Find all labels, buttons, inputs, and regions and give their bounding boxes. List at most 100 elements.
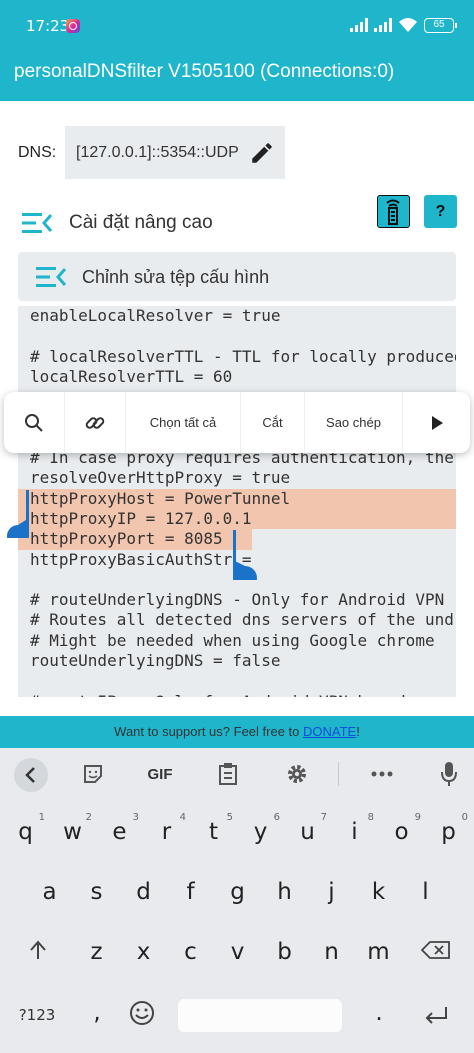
- config-line: # Routes all detected dns servers of the…: [30, 610, 454, 630]
- key-label: y: [253, 819, 268, 845]
- key-v[interactable]: v: [214, 930, 261, 974]
- key-hint: 8: [367, 812, 374, 823]
- edit-config-header[interactable]: Chỉnh sửa tệp cấu hình: [18, 252, 456, 301]
- space-bar[interactable]: [178, 999, 342, 1032]
- copy-button[interactable]: Sao chép: [305, 392, 403, 453]
- collapse-menu-icon[interactable]: [20, 210, 54, 236]
- config-line: # Might be needed when using Google chro…: [30, 630, 435, 650]
- help-button[interactable]: ?: [424, 195, 457, 228]
- more-horizontal-icon: [371, 771, 393, 777]
- key-label: s: [90, 879, 103, 905]
- play-arrow-icon: [431, 415, 443, 430]
- battery-level: 65: [433, 18, 445, 30]
- key-a[interactable]: a: [26, 870, 73, 914]
- enter-return-icon: [425, 1007, 447, 1024]
- more-button[interactable]: [368, 760, 396, 788]
- key-u[interactable]: u7: [284, 810, 331, 854]
- key-label: z: [90, 939, 103, 965]
- key-label: i: [351, 819, 358, 845]
- key-p[interactable]: p0: [425, 810, 472, 854]
- enter-key[interactable]: [416, 998, 456, 1032]
- emoji-key[interactable]: [124, 996, 160, 1030]
- emoji-icon: [130, 1001, 154, 1025]
- signal-2-icon: [374, 18, 392, 32]
- key-label: j: [328, 879, 335, 905]
- key-c[interactable]: c: [167, 930, 214, 974]
- key-hint: 9: [414, 812, 421, 823]
- key-label: v: [230, 939, 245, 965]
- text-selection-toolbar: Chọn tất cả Cắt Sao chép: [4, 392, 470, 453]
- key-b[interactable]: b: [261, 930, 308, 974]
- config-text-area[interactable]: enableLocalResolver = true # localResolve…: [18, 306, 456, 697]
- keyboard-back-button[interactable]: [14, 758, 48, 792]
- key-e[interactable]: e3: [96, 810, 143, 854]
- key-j[interactable]: j: [308, 870, 355, 914]
- key-t[interactable]: t5: [190, 810, 237, 854]
- dns-field[interactable]: [127.0.0.1]::5354::UDP: [65, 126, 285, 179]
- key-hint: 4: [179, 812, 186, 823]
- key-g[interactable]: g: [214, 870, 261, 914]
- donate-suffix: !: [356, 724, 360, 739]
- key-i[interactable]: i8: [331, 810, 378, 854]
- shift-arrow-icon: [30, 940, 46, 959]
- key-hint: 7: [320, 812, 327, 823]
- period-key[interactable]: .: [362, 996, 396, 1030]
- edit-config-label: Chỉnh sửa tệp cấu hình: [82, 267, 270, 287]
- config-line: resolveOverHttpProxy = true: [30, 468, 291, 488]
- shift-key[interactable]: [18, 932, 58, 968]
- key-m[interactable]: m: [355, 930, 402, 974]
- config-line: [30, 326, 456, 346]
- key-label: d: [136, 879, 151, 905]
- chevron-left-icon: [25, 767, 35, 783]
- key-w[interactable]: w2: [49, 810, 96, 854]
- key-o[interactable]: o9: [378, 810, 425, 854]
- key-label: l: [422, 879, 429, 905]
- select-all-button[interactable]: Chọn tất cả: [126, 392, 241, 453]
- donate-link[interactable]: DONATE: [303, 724, 356, 739]
- clipboard-button[interactable]: [214, 760, 242, 788]
- voice-input-button[interactable]: [435, 760, 463, 788]
- key-label: a: [42, 879, 57, 905]
- config-line: httpProxyIP = 127.0.0.1: [18, 508, 456, 530]
- soft-keyboard: GIF q 1 w 2 e 3 r 4 t 5 y 6 u 7 i 8 o 9 …: [0, 748, 474, 1053]
- battery-icon: 65: [424, 17, 457, 33]
- cut-button[interactable]: Cắt: [241, 392, 305, 453]
- status-indicators: 65: [350, 16, 457, 34]
- remote-control-button[interactable]: [377, 195, 410, 228]
- advanced-settings-label[interactable]: Cài đặt nâng cao: [69, 212, 213, 234]
- backspace-icon: [421, 941, 450, 959]
- key-x[interactable]: x: [120, 930, 167, 974]
- key-label: e: [112, 819, 127, 845]
- search-icon: [25, 413, 43, 432]
- key-hint: 1: [38, 812, 45, 823]
- pencil-edit-icon[interactable]: [249, 140, 275, 166]
- more-options-button[interactable]: [403, 392, 470, 453]
- key-hint: 6: [273, 812, 280, 823]
- symbols-key[interactable]: ?123: [12, 998, 62, 1032]
- search-button[interactable]: [4, 392, 65, 453]
- link-button[interactable]: [65, 392, 126, 453]
- gif-button[interactable]: GIF: [142, 760, 178, 788]
- key-label: h: [277, 879, 292, 905]
- settings-button[interactable]: [283, 760, 311, 788]
- key-r[interactable]: r4: [143, 810, 190, 854]
- sticker-icon: [84, 765, 102, 783]
- key-l[interactable]: l: [402, 870, 449, 914]
- gear-icon: [288, 765, 306, 783]
- selection-start-handle[interactable]: [7, 490, 31, 538]
- key-q[interactable]: q1: [2, 810, 49, 854]
- key-n[interactable]: n: [308, 930, 355, 974]
- key-k[interactable]: k: [355, 870, 402, 914]
- comma-key[interactable]: ,: [80, 996, 114, 1030]
- sticker-button[interactable]: [79, 760, 107, 788]
- config-lines: enableLocalResolver = true # localResolve…: [18, 306, 456, 697]
- selection-end-handle[interactable]: [232, 530, 258, 580]
- key-d[interactable]: d: [120, 870, 167, 914]
- backspace-key[interactable]: [414, 932, 458, 968]
- key-label: c: [184, 939, 197, 965]
- key-y[interactable]: y6: [237, 810, 284, 854]
- key-s[interactable]: s: [73, 870, 120, 914]
- key-z[interactable]: z: [73, 930, 120, 974]
- key-h[interactable]: h: [261, 870, 308, 914]
- key-f[interactable]: f: [167, 870, 214, 914]
